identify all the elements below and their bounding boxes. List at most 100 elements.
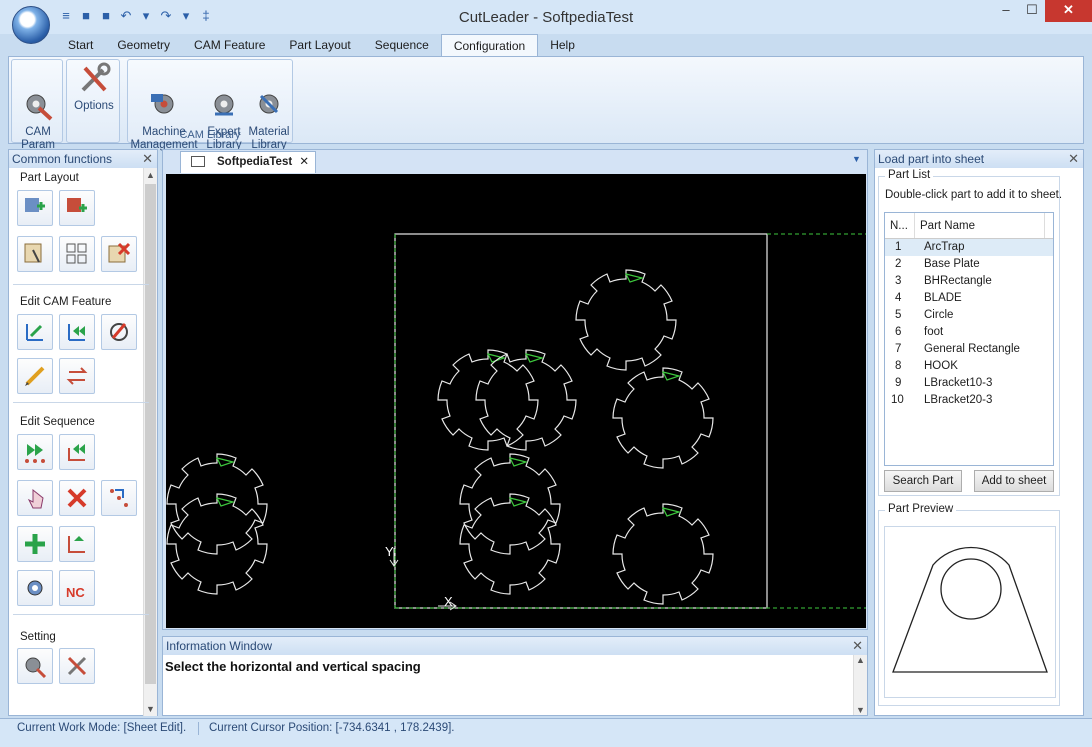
- ribbon: CAM Param Options Machine Management Exp…: [8, 56, 1084, 151]
- scroll-thumb[interactable]: [145, 184, 156, 684]
- close-info-icon[interactable]: ✕: [852, 637, 863, 655]
- table-row[interactable]: 7 General Rectangle: [885, 341, 1053, 358]
- information-window-header: Information Window ✕: [163, 637, 867, 655]
- part-preview-label: Part Preview: [885, 503, 957, 515]
- info-scrollbar[interactable]: ▲ ▼: [853, 655, 867, 715]
- reverse-direction-button[interactable]: [59, 314, 95, 350]
- ribbon-tabs: Start Geometry CAM Feature Part Layout S…: [56, 34, 587, 56]
- delete-part-button[interactable]: [101, 236, 137, 272]
- gear-part[interactable]: [437, 349, 539, 451]
- renumber-sequence-button[interactable]: [101, 480, 137, 516]
- section-part-layout: Part Layout: [20, 172, 79, 184]
- status-bar: Current Work Mode: [Sheet Edit]. Current…: [0, 718, 1092, 747]
- work-mode-status: Current Work Mode: [Sheet Edit].: [17, 722, 187, 734]
- gear-part[interactable]: [166, 493, 268, 595]
- maximize-button[interactable]: ☐: [1019, 0, 1045, 22]
- close-panel-icon[interactable]: ✕: [142, 150, 153, 168]
- gear-part[interactable]: [612, 503, 714, 605]
- part-array-button[interactable]: [59, 236, 95, 272]
- tab-configuration[interactable]: Configuration: [440, 34, 539, 56]
- sheet-icon: [191, 156, 205, 167]
- scroll-down-icon[interactable]: ▼: [854, 705, 867, 715]
- add-to-sheet-button[interactable]: Add to sheet: [974, 470, 1054, 492]
- select-part-button[interactable]: [17, 236, 53, 272]
- manual-sequence-button[interactable]: [17, 480, 53, 516]
- gear-part[interactable]: [459, 453, 561, 555]
- setting-options-button[interactable]: [59, 648, 95, 684]
- separator: [13, 614, 149, 615]
- application-menu-button[interactable]: [12, 6, 50, 44]
- gear-part[interactable]: [166, 453, 268, 555]
- tab-dropdown-icon[interactable]: ▼: [852, 154, 861, 164]
- drawing-canvas[interactable]: Y X: [166, 174, 866, 628]
- search-part-button[interactable]: Search Part: [884, 470, 962, 492]
- gear-part[interactable]: [612, 367, 714, 469]
- tab-start[interactable]: Start: [56, 34, 105, 56]
- sequence-back-button[interactable]: [59, 434, 95, 470]
- table-row[interactable]: 8 HOOK: [885, 358, 1053, 375]
- information-window: Information Window ✕ Select the horizont…: [162, 636, 868, 716]
- scroll-up-icon[interactable]: ▲: [854, 655, 867, 665]
- move-sequence-button[interactable]: [59, 526, 95, 562]
- window-controls: – ☐ ✕: [993, 0, 1092, 22]
- table-row[interactable]: 6 foot: [885, 324, 1053, 341]
- tab-sequence[interactable]: Sequence: [363, 34, 441, 56]
- section-edit-cam-feature: Edit CAM Feature: [20, 296, 112, 308]
- disable-feature-button[interactable]: [101, 314, 137, 350]
- gear-part[interactable]: [575, 269, 677, 371]
- gear-part[interactable]: [459, 493, 561, 595]
- close-tab-icon[interactable]: ✕: [299, 152, 309, 172]
- table-row[interactable]: 10 LBracket20-3: [885, 392, 1053, 409]
- table-row[interactable]: 1 ArcTrap: [885, 239, 1053, 256]
- cam-param-button[interactable]: CAM Param: [18, 62, 58, 152]
- sheet-boundary: [394, 233, 768, 609]
- close-button[interactable]: ✕: [1045, 0, 1092, 22]
- table-row[interactable]: 5 Circle: [885, 307, 1053, 324]
- table-row[interactable]: 9 LBracket10-3: [885, 375, 1053, 392]
- tab-cam-feature[interactable]: CAM Feature: [182, 34, 277, 56]
- tab-geometry[interactable]: Geometry: [105, 34, 182, 56]
- options-button[interactable]: Options: [69, 62, 119, 113]
- part-list-table: N... Part Name 1 ArcTrap 2 Base Plate 3 BHR…: [884, 212, 1054, 466]
- swap-feature-button[interactable]: [59, 358, 95, 394]
- section-setting: Setting: [20, 631, 56, 643]
- add-part-grid-button[interactable]: [59, 190, 95, 226]
- cam-library-group-label: CAM Library: [179, 129, 241, 141]
- tools-icon: [77, 62, 111, 96]
- edit-feature-button[interactable]: [17, 358, 53, 394]
- table-row[interactable]: 2 Base Plate: [885, 256, 1053, 273]
- part-list-hint: Double-click part to add it to sheet.: [885, 189, 1063, 201]
- close-panel-icon[interactable]: ✕: [1068, 150, 1079, 168]
- tab-part-layout[interactable]: Part Layout: [277, 34, 362, 56]
- common-functions-header: Common functions ✕: [9, 150, 157, 168]
- column-number[interactable]: N...: [885, 213, 915, 238]
- gear-part[interactable]: [475, 349, 577, 451]
- title-bar: ≡ ■ ■ ↶ ▾ ↷ ▾ ‡ CutLeader - SoftpediaTes…: [0, 0, 1092, 44]
- setting-cam-param-button[interactable]: [17, 648, 53, 684]
- separator: [13, 402, 149, 403]
- table-row[interactable]: 3 BHRectangle: [885, 273, 1053, 290]
- sheet-drawing: [166, 233, 866, 611]
- section-edit-sequence: Edit Sequence: [20, 416, 95, 428]
- document-tab[interactable]: SoftpediaTest ✕: [180, 151, 316, 173]
- load-part-header: Load part into sheet ✕: [875, 150, 1083, 168]
- generate-nc-button[interactable]: NC: [59, 570, 95, 606]
- expert-gear-icon: [207, 75, 241, 116]
- table-row[interactable]: 4 BLADE: [885, 290, 1053, 307]
- insert-sequence-button[interactable]: [17, 526, 53, 562]
- add-part-button[interactable]: [17, 190, 53, 226]
- minimize-button[interactable]: –: [993, 0, 1019, 22]
- part-list-header: N... Part Name: [885, 213, 1053, 239]
- tab-help[interactable]: Help: [538, 34, 587, 56]
- lead-in-button[interactable]: [17, 314, 53, 350]
- auto-sequence-button[interactable]: [17, 434, 53, 470]
- gear-wrench-icon: [21, 75, 55, 121]
- column-part-name[interactable]: Part Name: [915, 213, 1045, 238]
- part-preview-drawing: [892, 546, 1048, 673]
- delete-sequence-button[interactable]: [59, 480, 95, 516]
- machine-icon: [147, 75, 181, 114]
- scroll-down-icon[interactable]: ▼: [144, 702, 157, 716]
- simulate-sequence-button[interactable]: [17, 570, 53, 606]
- material-gear-icon: [252, 75, 286, 114]
- nc-label: NC: [66, 585, 85, 600]
